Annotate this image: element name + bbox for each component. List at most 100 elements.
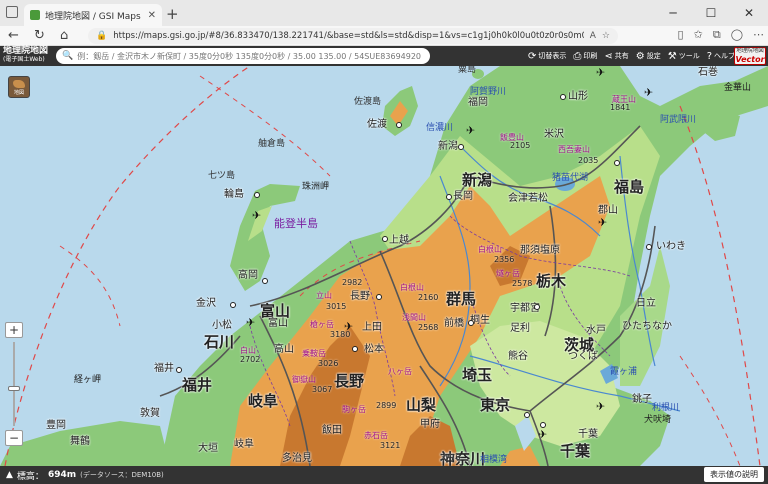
switch-display-button[interactable]: ⟳ 切替表示 — [528, 51, 566, 62]
river-label: 利根川 — [652, 403, 680, 413]
city-label: 長岡 — [453, 191, 473, 202]
island-label: 佐渡島 — [354, 97, 382, 107]
map-view[interactable]: 新潟 福島 栃木 群馬 富山 石川 長野 福井 岐阜 山梨 埼玉 東京 茨城 神… — [0, 66, 768, 466]
home-icon[interactable]: ⌂ — [60, 28, 68, 43]
city-marker[interactable] — [382, 236, 388, 242]
airport-icon[interactable]: ✈ — [466, 124, 475, 137]
airport-icon[interactable]: ✈ — [644, 86, 653, 99]
city-marker[interactable] — [262, 278, 268, 284]
mountain-label: 飯豊山 — [500, 133, 524, 142]
back-icon[interactable]: ← — [8, 28, 19, 43]
mountain-label: 蔵王山 — [612, 95, 636, 104]
city-marker[interactable] — [352, 346, 358, 352]
city-label: 前橋 — [444, 318, 464, 329]
zoom-slider-thumb[interactable] — [8, 386, 20, 391]
city-marker[interactable] — [524, 412, 530, 418]
layer-select-button[interactable]: 地図 — [8, 76, 30, 98]
airport-icon[interactable]: ✈ — [344, 320, 353, 333]
airport-icon[interactable]: ✈ — [598, 216, 607, 229]
search-input[interactable] — [77, 51, 424, 61]
city-label: 多治見 — [282, 453, 312, 464]
city-marker[interactable] — [468, 320, 474, 326]
tab-actions-icon[interactable] — [6, 6, 18, 18]
airport-icon[interactable]: ✈ — [252, 209, 261, 222]
favorite-star-icon[interactable]: ☆ — [602, 31, 610, 41]
collections-icon[interactable]: ⧉ — [713, 28, 721, 42]
browser-tab[interactable]: 地理院地図 / GSI Maps｜国土地 ✕ — [24, 4, 162, 26]
peak-label: 2356 — [494, 255, 515, 264]
lock-icon[interactable]: 🔒 — [96, 31, 107, 41]
city-label: 那須塩原 — [520, 245, 560, 256]
lake-label: 猪苗代湖 — [552, 173, 589, 183]
profile-icon[interactable]: ◯ — [731, 28, 743, 42]
elevation-label: 標高： — [16, 471, 44, 482]
city-label: つくば — [568, 351, 598, 362]
peak-label: 2899 — [376, 401, 397, 410]
peak-label: 2982 — [342, 278, 363, 287]
city-marker[interactable] — [534, 304, 540, 310]
pref-label: 富山 — [260, 302, 291, 320]
tools-icon: ⚒ — [667, 50, 677, 62]
city-marker[interactable] — [230, 302, 236, 308]
help-label: ヘルプ — [714, 52, 736, 60]
city-label: 高山 — [274, 344, 294, 355]
city-marker[interactable] — [614, 160, 620, 166]
city-label: 会津若松 — [508, 193, 548, 204]
vector-toggle-button[interactable]: 地理院地図 Vector — [734, 47, 766, 65]
city-marker[interactable] — [458, 144, 464, 150]
city-marker[interactable] — [446, 194, 452, 200]
minimize-icon[interactable]: ─ — [654, 0, 692, 26]
close-window-icon[interactable]: ✕ — [730, 0, 768, 26]
city-marker[interactable] — [254, 192, 260, 198]
more-menu-icon[interactable]: ⋯ — [753, 28, 764, 42]
zoom-slider-track[interactable] — [13, 342, 15, 426]
pref-label: 東京 — [480, 396, 511, 414]
city-label: 日立 — [636, 298, 656, 309]
peak-label: 2568 — [418, 323, 439, 332]
airport-icon[interactable]: ✈ — [246, 316, 255, 329]
share-button[interactable]: ⋖ 共有 — [604, 51, 628, 62]
new-tab-icon[interactable]: + — [166, 5, 179, 23]
peak-label: 3067 — [312, 385, 333, 394]
city-label: いわき — [656, 241, 686, 252]
browser-toolbar: ▯ ✩ ⧉ ◯ ⋯ — [678, 28, 764, 42]
city-label: 山形 — [568, 91, 588, 102]
city-marker[interactable] — [396, 122, 402, 128]
island-label: 舳倉島 — [258, 139, 286, 149]
city-label: 敦賀 — [140, 408, 160, 419]
gsi-logo[interactable]: 地理院地図 (電子国土Web) — [0, 46, 54, 66]
settings-button[interactable]: ⚙ 設定 — [636, 51, 661, 62]
zoom-in-button[interactable]: + — [5, 322, 23, 338]
search-box[interactable]: 🔍 — [56, 48, 430, 64]
tools-button[interactable]: ⚒ ツール — [668, 51, 700, 62]
url-field[interactable]: 🔒 https://maps.gsi.go.jp/#8/36.833470/13… — [88, 28, 618, 44]
airport-icon[interactable]: ✈ — [596, 400, 605, 413]
airport-icon[interactable]: ✈ — [538, 428, 547, 441]
search-icon[interactable]: 🔍 — [62, 51, 73, 61]
help-button[interactable]: ? ヘルプ — [707, 51, 735, 62]
airport-icon[interactable]: ✈ — [596, 66, 605, 79]
peak-label: 3015 — [326, 302, 347, 311]
city-marker[interactable] — [646, 244, 652, 250]
peak-label: 2105 — [510, 141, 531, 150]
close-tab-icon[interactable]: ✕ — [148, 10, 156, 21]
pref-label: 福井 — [182, 376, 213, 394]
city-marker[interactable] — [176, 367, 182, 373]
refresh-icon[interactable]: ↻ — [34, 28, 45, 43]
print-button[interactable]: ⎙ 印刷 — [573, 51, 597, 62]
city-label: 福井 — [154, 363, 174, 374]
pref-label: 福島 — [614, 178, 645, 196]
city-marker[interactable] — [560, 94, 566, 100]
pref-label: 群馬 — [446, 290, 477, 308]
maximize-icon[interactable]: ☐ — [692, 0, 730, 26]
split-screen-icon[interactable]: ▯ — [678, 28, 684, 42]
mountain-label: 白根山 — [478, 245, 502, 254]
legend-explanation-button[interactable]: 表示値の説明 — [704, 467, 764, 482]
city-marker[interactable] — [376, 294, 382, 300]
pref-label: 千葉 — [560, 442, 591, 460]
url-text: https://maps.gsi.go.jp/#8/36.833470/138.… — [113, 31, 584, 41]
favorites-icon[interactable]: ✩ — [694, 28, 703, 42]
logo-subtitle: (電子国土Web) — [3, 56, 45, 63]
read-aloud-icon[interactable]: A — [590, 31, 596, 41]
zoom-out-button[interactable]: − — [5, 430, 23, 446]
